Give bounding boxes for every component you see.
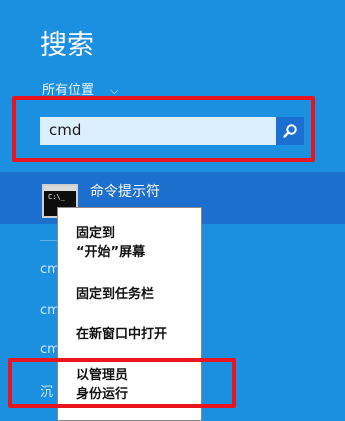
search-result-label[interactable]: 命令提示符 (90, 182, 160, 202)
search-title: 搜索 (40, 30, 94, 61)
menu-item-pin-to-taskbar[interactable]: 固定到任务栏 (76, 285, 154, 304)
highlight-frame-search (12, 96, 315, 162)
highlight-frame-run-as-admin (8, 358, 236, 408)
menu-item-open-new-window[interactable]: 在新窗口中打开 (76, 325, 167, 344)
menu-item-pin-to-start[interactable]: 固定到 “开始”屏幕 (76, 224, 145, 262)
